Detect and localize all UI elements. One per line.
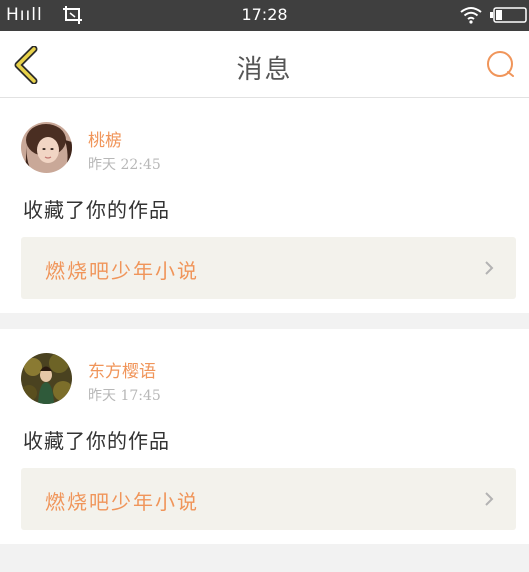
battery-icon <box>490 7 528 27</box>
divider <box>0 544 529 572</box>
chevron-right-icon <box>484 491 494 511</box>
work-link[interactable]: 燃烧吧少年小说 <box>21 237 516 299</box>
action-text: 收藏了你的作品 <box>23 429 170 453</box>
timestamp: 昨天 17:45 <box>88 388 161 404</box>
clock: 17:28 <box>241 5 288 24</box>
work-title: 燃烧吧少年小说 <box>45 259 199 283</box>
status-bar: Hııll 17:28 <box>0 0 529 31</box>
timestamp: 昨天 22:45 <box>88 157 161 173</box>
nav-bar: 消息 <box>0 31 529 98</box>
search-icon[interactable] <box>485 49 517 85</box>
avatar[interactable] <box>21 122 72 173</box>
work-title: 燃烧吧少年小说 <box>45 490 199 514</box>
message-card: 桃椖 昨天 22:45 收藏了你的作品 燃烧吧少年小说 <box>0 98 529 313</box>
avatar[interactable] <box>21 353 72 404</box>
chevron-right-icon <box>484 260 494 280</box>
username[interactable]: 桃椖 <box>88 126 122 151</box>
page-title: 消息 <box>236 55 293 85</box>
work-link[interactable]: 燃烧吧少年小说 <box>21 468 516 530</box>
message-card: 东方樱语 昨天 17:45 收藏了你的作品 燃烧吧少年小说 <box>0 329 529 544</box>
username[interactable]: 东方樱语 <box>88 357 156 382</box>
action-text: 收藏了你的作品 <box>23 198 170 222</box>
divider <box>0 313 529 329</box>
wifi-icon <box>460 6 482 28</box>
